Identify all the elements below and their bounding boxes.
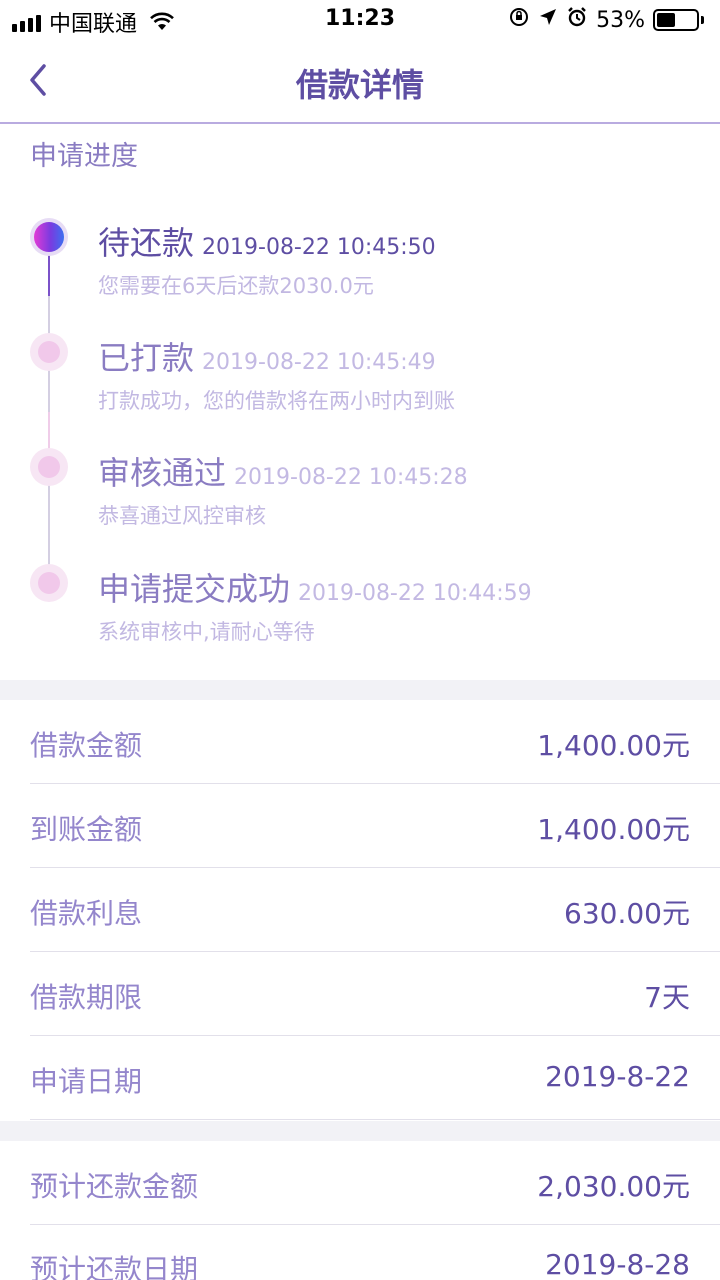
timeline-dot [30, 448, 68, 486]
info-row-interest: 借款利息 630.00元 [30, 868, 720, 952]
status-bar: 中国联通 11:23 53% [0, 0, 720, 40]
timeline-dot-active [30, 218, 68, 256]
timeline-step: 申请提交成功 2019-08-22 10:44:59 系统审核中,请耐心等待 [0, 564, 720, 664]
timeline-step-title: 已打款 [98, 339, 195, 377]
section-separator [0, 1121, 720, 1141]
info-value: 2019-8-28 [545, 1248, 690, 1280]
info-value: 1,400.00元 [537, 813, 690, 846]
info-row-expected-repay-amount: 预计还款金额 2,030.00元 [30, 1141, 720, 1225]
info-label: 到账金额 [30, 813, 143, 846]
info-value: 630.00元 [564, 897, 690, 930]
nav-bar: 借款详情 [0, 40, 720, 124]
timeline-step: 待还款 2019-08-22 10:45:50 您需要在6天后还款2030.0元 [0, 218, 720, 318]
section-separator [0, 680, 720, 700]
info-row-expected-repay-date: 预计还款日期 2019-8-28 [30, 1224, 720, 1280]
info-value: 2019-8-22 [545, 1060, 690, 1093]
timeline-dot-core [38, 341, 60, 363]
orientation-lock-icon [508, 6, 530, 34]
battery-tip [701, 16, 704, 24]
timeline-step: 已打款 2019-08-22 10:45:49 打款成功，您的借款将在两小时内到账 [0, 333, 720, 433]
info-label: 申请日期 [30, 1065, 143, 1098]
info-value: 1,400.00元 [537, 729, 690, 762]
timeline-step-desc: 您需要在6天后还款2030.0元 [98, 274, 374, 298]
timeline-dot-core [38, 456, 60, 478]
timeline-step-title: 待还款 [98, 224, 195, 262]
timeline-dot [30, 564, 68, 602]
timeline-step-time: 2019-08-22 10:45:50 [202, 235, 436, 260]
info-label: 预计还款日期 [30, 1253, 199, 1280]
timeline-dot-core [34, 222, 64, 252]
info-value: 7天 [644, 981, 690, 1014]
info-row-loan-amount: 借款金额 1,400.00元 [30, 700, 720, 784]
timeline-step-desc: 打款成功，您的借款将在两小时内到账 [98, 389, 455, 413]
info-row-term: 借款期限 7天 [30, 952, 720, 1036]
timeline-step-time: 2019-08-22 10:45:49 [202, 350, 436, 375]
page-title: 借款详情 [295, 66, 424, 104]
timeline-step-heading: 审核通过 2019-08-22 10:45:28 [98, 448, 468, 494]
timeline-step-title: 审核通过 [98, 454, 227, 492]
timeline-step-heading: 待还款 2019-08-22 10:45:50 [98, 218, 436, 264]
timeline-dot [30, 333, 68, 371]
alarm-icon [566, 6, 588, 34]
info-label: 预计还款金额 [30, 1170, 199, 1203]
timeline-step-heading: 已打款 2019-08-22 10:45:49 [98, 333, 436, 379]
timeline-step-time: 2019-08-22 10:45:28 [234, 465, 468, 490]
info-row-received-amount: 到账金额 1,400.00元 [30, 784, 720, 868]
info-row-apply-date: 申请日期 2019-8-22 [30, 1036, 720, 1120]
timeline-step-title: 申请提交成功 [98, 570, 291, 608]
battery-icon [653, 9, 699, 31]
info-label: 借款金额 [30, 729, 143, 762]
battery-percent: 53% [596, 7, 645, 33]
timeline-dot-core [38, 572, 60, 594]
timeline-step: 审核通过 2019-08-22 10:45:28 恭喜通过风控审核 [0, 448, 720, 548]
location-icon [538, 7, 558, 33]
timeline-step-desc: 恭喜通过风控审核 [98, 504, 266, 528]
info-label: 借款期限 [30, 981, 143, 1014]
timeline-step-heading: 申请提交成功 2019-08-22 10:44:59 [98, 564, 532, 610]
info-value: 2,030.00元 [537, 1170, 690, 1203]
progress-section-label: 申请进度 [30, 141, 138, 172]
timeline-step-desc: 系统审核中,请耐心等待 [98, 620, 315, 644]
timeline-step-time: 2019-08-22 10:44:59 [298, 581, 532, 606]
status-right: 53% [508, 6, 704, 34]
battery-fill [657, 13, 676, 27]
info-label: 借款利息 [30, 897, 143, 930]
